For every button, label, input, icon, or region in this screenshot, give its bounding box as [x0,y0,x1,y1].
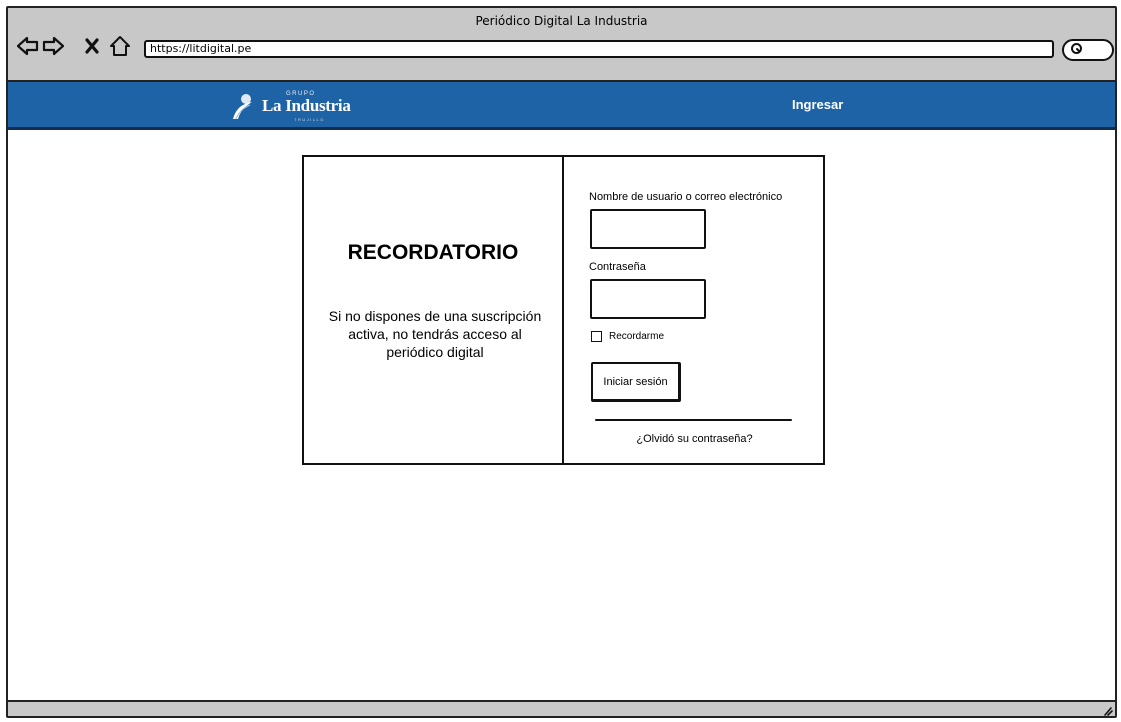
remember-checkbox[interactable] [591,331,602,342]
logo-top-text: GRUPO [286,91,316,97]
arrow-right-icon [42,36,65,56]
site-header: GRUPO La Industria TRUJILLO Ingresar [8,82,1115,130]
window-title: Periódico Digital La Industria [475,14,648,28]
form-divider [595,419,792,421]
home-button[interactable] [108,34,132,58]
status-bar [8,700,1115,716]
card-divider [562,155,564,465]
logo-sub-text: TRUJILLO [294,117,325,122]
reminder-text: Si no dispones de una suscripción activa… [328,308,542,360]
site-logo[interactable]: GRUPO La Industria TRUJILLO [230,90,351,122]
resize-grip-icon[interactable] [1101,704,1113,716]
forward-button[interactable] [41,34,65,58]
browser-toolbar: Periódico Digital La Industria https://l… [8,8,1115,82]
logo-swoosh-icon [233,94,252,120]
password-label: Contraseña [589,261,646,273]
logo-text: GRUPO La Industria TRUJILLO [262,91,351,122]
close-icon [85,38,99,54]
login-card: RECORDATORIO Si no dispones de una suscr… [302,155,825,465]
address-bar[interactable]: https://litdigital.pe [144,40,1054,58]
username-input[interactable] [590,209,706,249]
stop-button[interactable] [84,34,100,58]
remember-me[interactable]: Recordarme [591,331,664,342]
logo-main-text: La Industria [262,96,351,115]
forgot-password-link[interactable]: ¿Olvidó su contraseña? [564,433,825,445]
password-input[interactable] [590,279,706,319]
search-icon [1070,42,1083,59]
back-button[interactable] [16,34,40,58]
login-nav-link[interactable]: Ingresar [792,97,843,112]
home-icon [110,36,130,56]
browser-window: Periódico Digital La Industria https://l… [6,6,1117,718]
username-label: Nombre de usuario o correo electrónico [589,191,783,203]
remember-label: Recordarme [609,331,665,342]
reminder-title: RECORDATORIO [347,241,519,264]
search-button[interactable] [1062,39,1114,61]
login-button[interactable]: Iniciar sesión [591,362,681,402]
arrow-left-icon [16,36,39,56]
